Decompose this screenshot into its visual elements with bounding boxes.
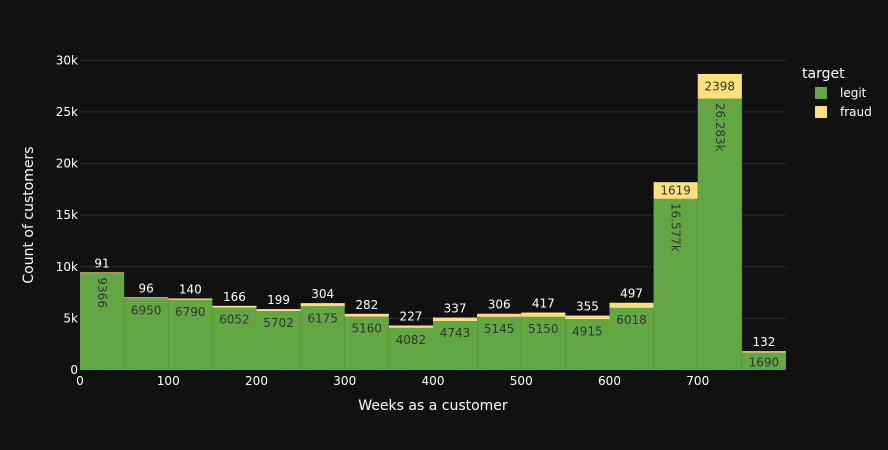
bar-fraud <box>433 317 478 322</box>
fraud-value-label: 199 <box>267 293 290 307</box>
bar-fraud <box>741 351 786 353</box>
bar-fraud <box>212 305 257 308</box>
legit-value-label: 4743 <box>440 326 471 340</box>
legit-value-label: 6950 <box>131 303 162 317</box>
legit-value-label: 4915 <box>572 324 603 338</box>
x-tick-label: 300 <box>333 374 356 388</box>
fraud-value-label: 306 <box>488 298 511 312</box>
x-tick-label: 700 <box>686 374 709 388</box>
legit-value-label: 6052 <box>219 313 250 327</box>
legit-value-label: 6018 <box>616 313 647 327</box>
fraud-value-label: 166 <box>223 290 246 304</box>
fraud-value-label: 96 <box>139 281 154 295</box>
fraud-value-label: 227 <box>399 310 422 324</box>
y-tick-label: 25k <box>56 105 78 119</box>
bar-fraud <box>168 298 213 300</box>
legit-value-label: 6175 <box>307 311 338 325</box>
fraud-value-label: 337 <box>444 302 467 316</box>
fraud-value-label: 1619 <box>660 184 691 198</box>
legit-value-label: 5145 <box>484 322 515 336</box>
y-axis-title: Count of customers <box>21 146 37 283</box>
x-tick-label: 400 <box>422 374 445 388</box>
legit-value-label: 5160 <box>352 322 383 336</box>
x-axis-title: Weeks as a customer <box>358 398 508 414</box>
y-tick-label: 10k <box>56 260 78 274</box>
legit-value-label: 5150 <box>528 322 559 336</box>
x-tick-label: 0 <box>76 374 84 388</box>
bar-fraud <box>388 325 433 328</box>
legend-label-fraud: fraud <box>840 105 872 119</box>
bar-fraud <box>477 313 522 317</box>
legit-value-label: 4082 <box>396 333 427 347</box>
x-tick-label: 500 <box>510 374 533 388</box>
legend-swatch-fraud <box>815 106 827 118</box>
y-tick-label: 15k <box>56 208 78 222</box>
chart-canvas: 91 9366 96 6950 140 6790 166 6052 199 5702 304 6175… <box>21 53 872 414</box>
legend-swatch-legit <box>815 87 827 99</box>
legend-label-legit: legit <box>840 86 867 100</box>
bar-fraud <box>609 302 654 308</box>
legit-value-label: 9366 <box>95 277 109 308</box>
bar-fraud <box>256 309 301 312</box>
fraud-value-label: 304 <box>311 287 334 301</box>
fraud-value-label: 417 <box>532 297 555 311</box>
y-tick-label: 5k <box>63 311 78 325</box>
fraud-value-label: 140 <box>179 282 202 296</box>
bar-fraud <box>565 315 610 320</box>
fraud-value-label: 497 <box>620 287 643 301</box>
legit-value-label: 5702 <box>263 316 294 330</box>
legend: target legit fraud <box>802 66 872 119</box>
legit-value-label: 16.577k <box>669 203 683 252</box>
bar-fraud <box>80 272 125 274</box>
x-tick-label: 600 <box>598 374 621 388</box>
fraud-value-label: 2398 <box>705 79 736 93</box>
legit-value-label: 1690 <box>749 356 780 370</box>
fraud-value-label: 91 <box>94 256 109 270</box>
bar-fraud <box>521 312 566 317</box>
x-tick-label: 100 <box>157 374 180 388</box>
fraud-value-label: 132 <box>752 335 775 349</box>
fraud-value-label: 282 <box>355 298 378 312</box>
y-tick-label: 30k <box>56 53 78 67</box>
legit-value-label: 6790 <box>175 305 206 319</box>
legend-title: target <box>802 66 845 82</box>
bar-fraud <box>344 313 389 317</box>
x-tick-label: 200 <box>245 374 268 388</box>
y-tick-label: 20k <box>56 157 78 171</box>
fraud-value-label: 355 <box>576 300 599 314</box>
bar-fraud <box>124 297 169 299</box>
legit-value-label: 26.283k <box>713 103 727 152</box>
bar-fraud <box>300 303 345 307</box>
histogram-chart: 91 9366 96 6950 140 6790 166 6052 199 5702 304 6175… <box>0 0 888 450</box>
